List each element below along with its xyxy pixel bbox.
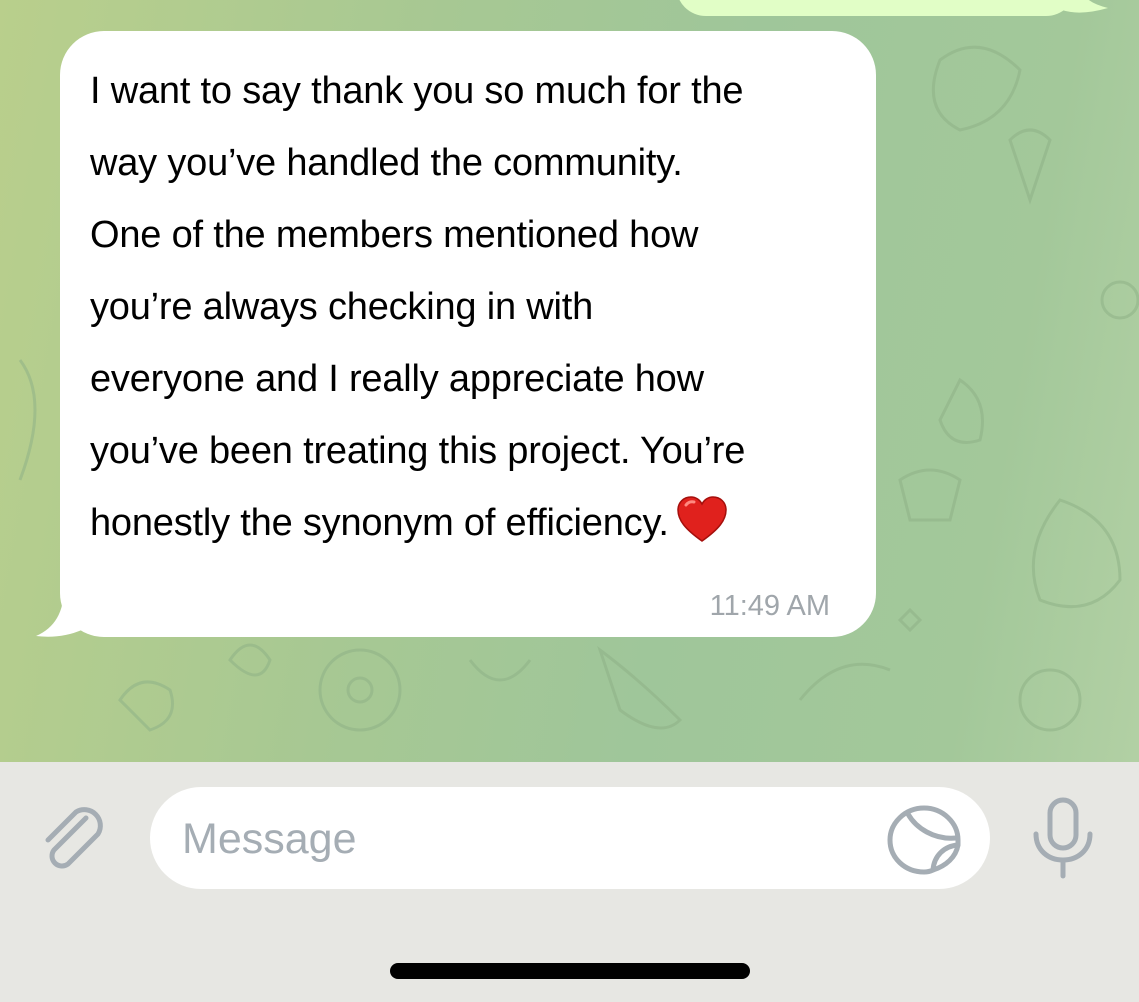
sticker-icon[interactable] <box>886 804 962 876</box>
message-line-last: honestly the synonym of efficiency. <box>90 487 850 559</box>
outgoing-bubble-tail <box>1062 0 1108 13</box>
message-timestamp: 11:49 AM <box>709 590 830 622</box>
message-line: I want to say thank you so much for the <box>90 70 744 112</box>
message-text: I want to say thank you so much for the … <box>90 55 850 559</box>
message-line: way you’ve handled the community. <box>90 142 683 184</box>
message-line: everyone and I really appreciate how <box>90 358 704 400</box>
message-input[interactable] <box>180 805 884 873</box>
microphone-icon[interactable] <box>1030 796 1096 880</box>
message-line: you’ve been treating this project. You’r… <box>90 430 746 472</box>
home-indicator[interactable] <box>390 963 750 979</box>
heart-emoji-icon <box>677 496 727 542</box>
message-line: honestly the synonym of efficiency. <box>90 502 669 544</box>
chat-wallpaper: I want to say thank you so much for the … <box>0 0 1139 762</box>
message-input-container[interactable] <box>150 787 990 889</box>
paperclip-icon[interactable] <box>34 800 114 880</box>
message-line: you’re always checking in with <box>90 286 594 328</box>
incoming-message-bubble[interactable]: I want to say thank you so much for the … <box>60 31 876 637</box>
telegram-chat-screen: I want to say thank you so much for the … <box>0 0 1139 1002</box>
outgoing-message-bubble[interactable] <box>676 0 1076 16</box>
message-line: One of the members mentioned how <box>90 214 699 256</box>
